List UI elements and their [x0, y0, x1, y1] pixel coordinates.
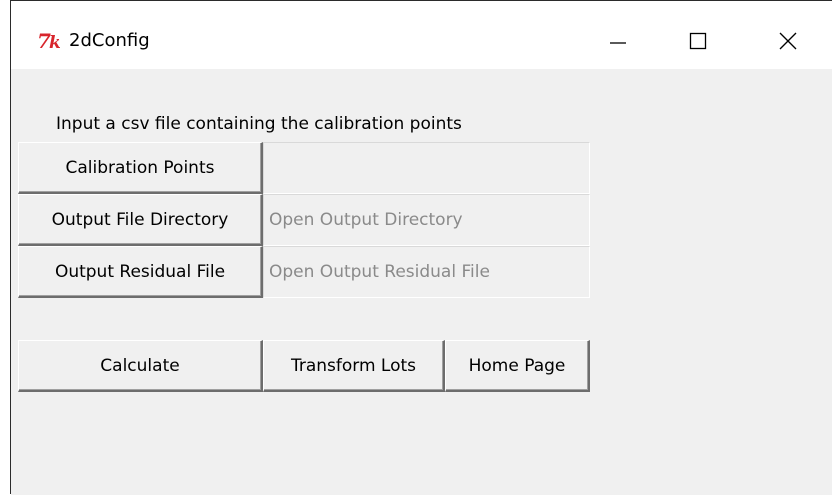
output-file-directory-button[interactable]: Output File Directory [18, 194, 263, 246]
close-button[interactable] [765, 21, 811, 61]
calculate-button[interactable]: Calculate [18, 340, 263, 392]
transform-lots-button[interactable]: Transform Lots [263, 340, 445, 392]
client-area: Input a csv file containing the calibrat… [11, 69, 832, 495]
calibration-points-field[interactable] [263, 142, 590, 194]
tk-feather-icon: 7 k [37, 29, 65, 53]
output-residual-file-field[interactable]: Open Output Residual File [263, 246, 590, 298]
minimize-icon [609, 32, 627, 50]
close-icon [779, 32, 797, 50]
calibration-points-button[interactable]: Calibration Points [18, 142, 263, 194]
svg-text:k: k [49, 33, 61, 53]
window-title: 2dConfig [69, 30, 150, 51]
output-directory-field[interactable]: Open Output Directory [263, 194, 590, 246]
maximize-button[interactable] [675, 21, 721, 61]
maximize-icon [689, 32, 707, 50]
home-page-button[interactable]: Home Page [445, 340, 590, 392]
instruction-label: Input a csv file containing the calibrat… [56, 114, 462, 134]
output-residual-file-button[interactable]: Output Residual File [18, 246, 263, 298]
minimize-button[interactable] [595, 21, 641, 61]
title-bar[interactable]: 7 k 2dConfig [11, 1, 832, 69]
app-window: 7 k 2dConfig Input a csv file containing… [10, 0, 832, 495]
